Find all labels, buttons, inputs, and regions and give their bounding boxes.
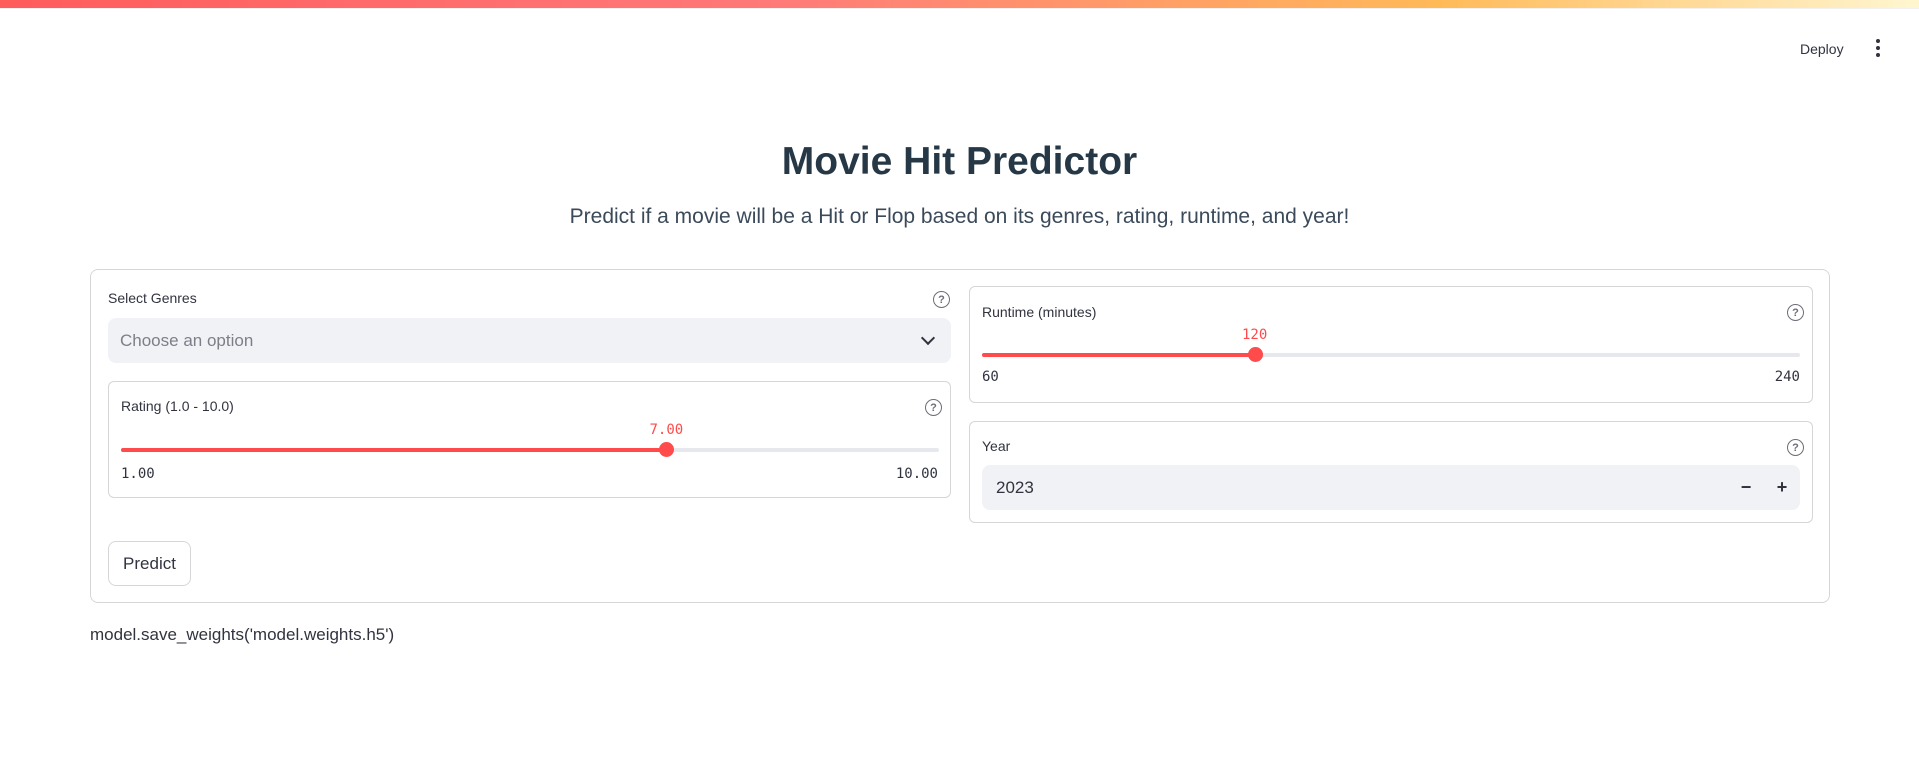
question-circle-icon[interactable]: ?: [933, 291, 950, 308]
runtime-label: Runtime (minutes): [982, 304, 1097, 320]
top-decoration-bar: [0, 0, 1919, 9]
predict-button[interactable]: Predict: [108, 541, 191, 586]
genres-placeholder: Choose an option: [120, 330, 254, 350]
menu-dot: [1876, 39, 1880, 43]
rating-slider[interactable]: 7.00: [121, 422, 939, 457]
runtime-card: Runtime (minutes) ? 120 60 240: [969, 286, 1813, 403]
genres-label: Select Genres: [108, 290, 197, 306]
rating-slider-value: 7.00: [649, 422, 684, 438]
more-vertical-icon[interactable]: [1866, 34, 1890, 62]
year-card: Year ? 2023 − +: [969, 421, 1813, 523]
year-increment-button[interactable]: +: [1764, 465, 1800, 510]
menu-dot: [1876, 53, 1880, 57]
output-text: model.save_weights('model.weights.h5'): [90, 625, 395, 644]
rating-max: 10.00: [895, 466, 938, 482]
year-input[interactable]: 2023 − +: [982, 465, 1800, 510]
year-decrement-button[interactable]: −: [1728, 465, 1764, 510]
runtime-slider-thumb[interactable]: [1247, 347, 1263, 362]
rating-slider-fill: [121, 448, 667, 452]
question-circle-icon[interactable]: ?: [925, 399, 942, 416]
genres-select[interactable]: Choose an option: [108, 318, 951, 363]
runtime-min: 60: [982, 369, 999, 385]
question-circle-icon[interactable]: ?: [1787, 304, 1804, 321]
rating-slider-thumb[interactable]: [659, 442, 675, 457]
runtime-slider-value: 120: [1241, 327, 1268, 343]
rating-label: Rating (1.0 - 10.0): [121, 398, 234, 414]
rating-min: 1.00: [121, 466, 155, 482]
deploy-button[interactable]: Deploy: [1786, 36, 1858, 62]
page-subtitle: Predict if a movie will be a Hit or Flop…: [569, 205, 1350, 228]
chevron-down-icon: [920, 330, 936, 346]
runtime-slider[interactable]: 120: [982, 327, 1800, 362]
page-title: Movie Hit Predictor: [781, 140, 1138, 183]
runtime-max: 240: [1774, 369, 1800, 385]
rating-card: Rating (1.0 - 10.0) ? 7.00 1.00 10.00: [108, 381, 951, 498]
menu-dot: [1876, 46, 1880, 50]
question-circle-icon[interactable]: ?: [1787, 439, 1804, 456]
year-value[interactable]: 2023: [996, 478, 1034, 498]
year-label: Year: [982, 438, 1011, 454]
runtime-slider-fill: [982, 353, 1255, 357]
